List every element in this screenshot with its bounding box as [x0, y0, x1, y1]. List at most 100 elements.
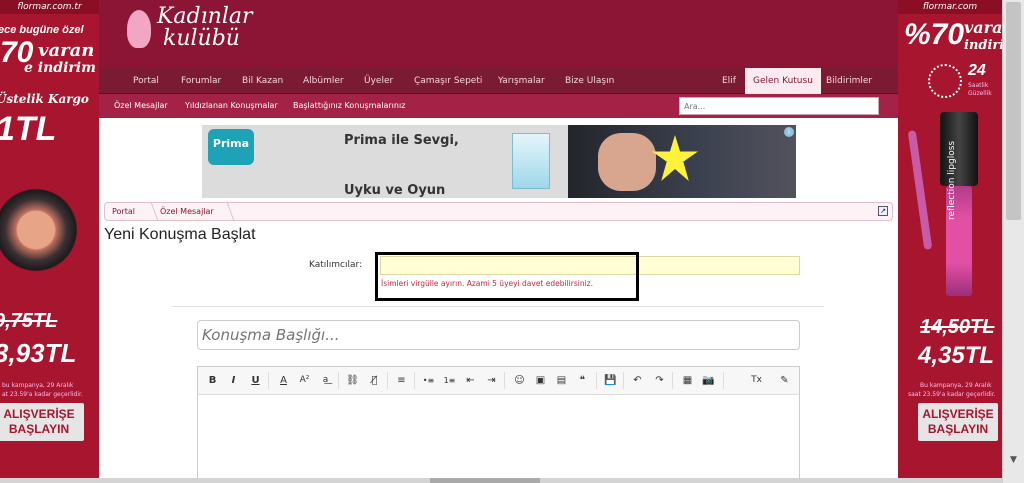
ad-brand: flormar.com.tr [0, 0, 99, 14]
italic-button[interactable]: I [225, 372, 242, 389]
subnav-item-private-messages[interactable]: Özel Mesajlar [114, 94, 168, 118]
smilie-button[interactable]: ☺ [511, 372, 528, 389]
ad-brand: flormar.com [898, 0, 1002, 14]
logo-text: Kadınlar [157, 4, 253, 29]
source-mode-button[interactable]: ▦ [679, 372, 696, 389]
nav-item-laundry[interactable]: Çamaşır Sepeti [414, 68, 482, 94]
remove-format-button[interactable]: Tx [748, 372, 765, 389]
breadcrumb: Portal Özel Mesajlar ↗ [104, 202, 893, 221]
ad-text: indirim [964, 38, 1002, 53]
prima-logo: Prima [208, 129, 254, 165]
underline-button[interactable]: U [247, 372, 264, 389]
quote-button[interactable]: ❝ [574, 372, 591, 389]
subject-input[interactable] [197, 320, 800, 350]
toolbar-separator [623, 372, 624, 389]
baby-image [598, 133, 656, 191]
subnav-item-started[interactable]: Başlattığınız Konuşmalarınız [293, 94, 405, 118]
unlink-button[interactable]: ⛓̸ [366, 372, 383, 389]
diaper-pack-image [512, 133, 550, 189]
nav-item-contact[interactable]: Bize Ulaşın [565, 68, 614, 94]
font-family-button[interactable]: a͟ [317, 372, 334, 389]
editor-toolbar: B I U A A² a͟ ⛓ ⛓̸ ≡ •≡ 1≡ ⇤ ⇥ ☺ ▣ ▤ ❝ 💾… [198, 367, 799, 395]
nav-item-quiz[interactable]: Bil Kazan [242, 68, 283, 94]
message-editor[interactable]: B I U A A² a͟ ⛓ ⛓̸ ≡ •≡ 1≡ ⇤ ⇥ ☺ ▣ ▤ ❝ 💾… [197, 366, 800, 483]
ad-percent: %70 [904, 18, 965, 51]
ad-text: Üstelik Kargo [0, 92, 89, 106]
site-header: Kadınlar kulübü [99, 0, 898, 68]
toolbar-separator [387, 372, 388, 389]
lipgloss-wand-image [907, 130, 933, 250]
nav-item-members[interactable]: Üyeler [364, 68, 393, 94]
scroll-down-arrow-icon[interactable]: ▼ [1003, 455, 1024, 469]
link-button[interactable]: ⛓ [344, 372, 361, 389]
scrollbar-thumb[interactable] [1006, 2, 1021, 220]
breadcrumb-private-messages[interactable]: Özel Mesajlar [160, 203, 214, 220]
ad-badge-number: 24 [968, 62, 986, 79]
nav-item-user[interactable]: Elif [722, 68, 736, 94]
bold-button[interactable]: B [204, 372, 221, 389]
ad-info-icon[interactable]: i [784, 127, 794, 137]
image-button[interactable]: ▣ [532, 372, 549, 389]
clock-icon [928, 64, 962, 98]
main-nav: Portal Forumlar Bil Kazan Albümler Üyele… [99, 68, 898, 94]
ad-banner[interactable]: Prima Prima ile Sevgi, Uyku ve Oyun i [202, 125, 796, 198]
ad-fine-print: at 23.59'a kadar geçerlidir. [2, 391, 83, 398]
numbered-list-button[interactable]: 1≡ [441, 372, 458, 389]
ad-shop-button[interactable]: ALIŞVERİŞE BAŞLAYIN [0, 403, 84, 441]
ad-cta-line: BAŞLAYIN [8, 422, 70, 436]
ad-text: varan [38, 40, 95, 61]
ad-cta-line: ALIŞVERİŞE [922, 407, 994, 421]
undo-button[interactable]: ↶ [629, 372, 646, 389]
ad-badge-text: Güzellik [968, 90, 992, 97]
participants-label: Katılımcılar: [309, 260, 363, 270]
subnav-item-starred[interactable]: Yıldızlanan Konuşmalar [185, 94, 278, 118]
align-button[interactable]: ≡ [393, 372, 410, 389]
horizontal-scrollbar-thumb[interactable] [430, 478, 540, 483]
media-button[interactable]: ▤ [553, 372, 570, 389]
nav-item-albums[interactable]: Albümler [303, 68, 344, 94]
breadcrumb-portal[interactable]: Portal [112, 203, 135, 220]
toolbar-separator [596, 372, 597, 389]
font-color-button[interactable]: A [275, 372, 292, 389]
ad-cta-line: ALIŞVERİŞE [3, 407, 75, 421]
site-logo[interactable]: Kadınlar kulübü [127, 6, 253, 50]
logo-figure-icon [127, 10, 151, 48]
search-input[interactable] [679, 97, 879, 115]
camera-button[interactable]: 📷 [700, 372, 717, 389]
toolbar-separator [723, 372, 724, 389]
outdent-button[interactable]: ⇤ [462, 372, 479, 389]
ad-old-price: 9,75TL [0, 310, 58, 332]
draft-button[interactable]: ✎ [776, 372, 793, 389]
nav-item-notifications[interactable]: Bildirimler [826, 68, 872, 94]
right-advertisement[interactable]: flormar.com %70 varan indirim 24 Saatlik… [898, 0, 1002, 483]
left-advertisement[interactable]: flormar.com.tr ece bugüne özel 70 varan … [0, 0, 99, 483]
save-draft-button[interactable]: 💾 [602, 372, 619, 389]
toolbar-separator [504, 372, 505, 389]
ad-shop-button[interactable]: ALIŞVERİŞE BAŞLAYIN [918, 403, 998, 441]
ad-fine-print: Bu kampanya, 29 Aralık [920, 382, 992, 389]
ad-new-price: 4,35TL [918, 342, 995, 369]
vertical-scrollbar[interactable]: ▼ [1002, 0, 1024, 483]
toolbar-separator [268, 372, 269, 389]
banner-headline: Uyku ve Oyun [344, 183, 446, 198]
nav-item-inbox[interactable]: Gelen Kutusu [745, 68, 821, 94]
nav-item-contests[interactable]: Yarışmalar [498, 68, 545, 94]
ad-fine-print: saat 23.59'a kadar geçerlidir. [908, 391, 996, 398]
ad-new-price: 3,93TL [0, 338, 77, 368]
breadcrumb-separator [141, 203, 159, 220]
font-size-button[interactable]: A² [296, 372, 313, 389]
indent-button[interactable]: ⇥ [483, 372, 500, 389]
nav-item-portal[interactable]: Portal [133, 68, 159, 94]
expand-icon[interactable]: ↗ [878, 206, 888, 216]
lipgloss-cap-image [940, 112, 978, 186]
nav-item-forums[interactable]: Forumlar [181, 68, 221, 94]
main-column: Kadınlar kulübü Portal Forumlar Bil Kaza… [99, 0, 898, 483]
banner-headline: Prima ile Sevgi, [344, 133, 459, 148]
ad-product-name: reflection lipgloss [947, 140, 957, 220]
ad-badge-text: Saatlik [968, 82, 989, 89]
redo-button[interactable]: ↷ [651, 372, 668, 389]
toolbar-separator [338, 372, 339, 389]
ad-text: e indirim [24, 60, 96, 76]
ad-cargo-price: 1TL [0, 110, 57, 148]
bullet-list-button[interactable]: •≡ [420, 372, 437, 389]
